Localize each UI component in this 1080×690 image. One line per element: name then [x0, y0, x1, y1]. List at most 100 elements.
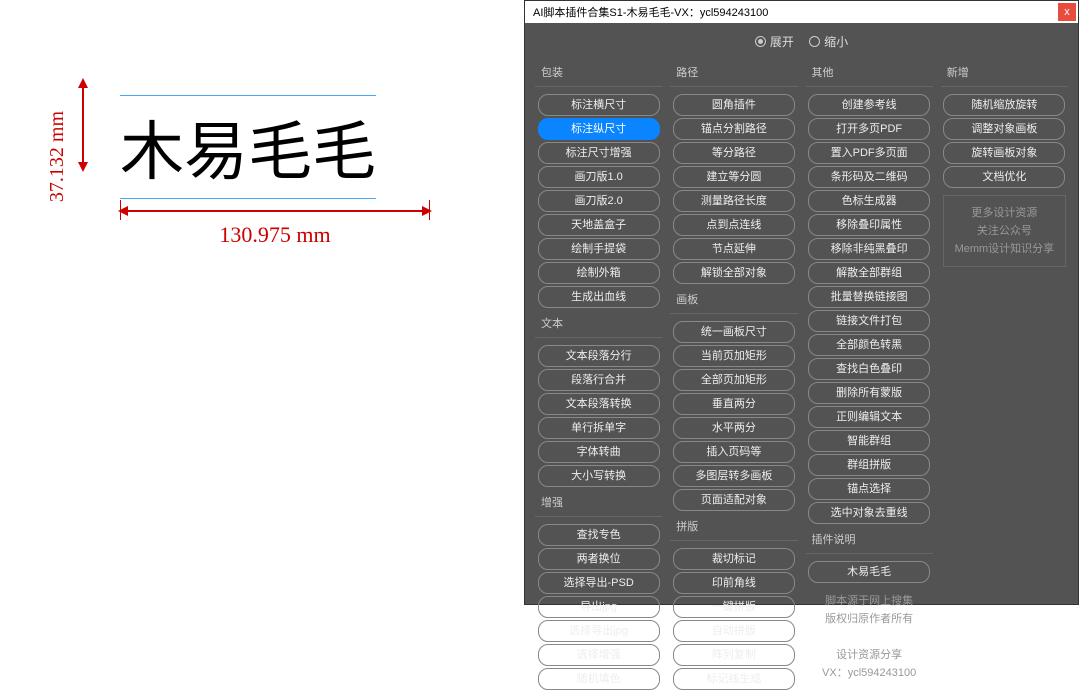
section-title: 其他 — [806, 60, 933, 87]
plugin-button[interactable]: 正则编辑文本 — [808, 406, 930, 428]
plugin-button[interactable]: 裁切标记 — [673, 548, 795, 570]
plugin-button[interactable]: 段落行合并 — [538, 369, 660, 391]
close-button[interactable]: x — [1058, 3, 1076, 21]
plugin-button[interactable]: 全部页加矩形 — [673, 369, 795, 391]
plugin-button[interactable]: 生成出血线 — [538, 286, 660, 308]
plugin-button[interactable]: 文本段落分行 — [538, 345, 660, 367]
plugin-button[interactable]: 大小写转换 — [538, 465, 660, 487]
plugin-button[interactable]: 智能群组 — [808, 430, 930, 452]
h-dim-line — [120, 210, 430, 212]
plugin-button[interactable]: 测量路径长度 — [673, 190, 795, 212]
plugin-button[interactable]: 置入PDF多页面 — [808, 142, 930, 164]
v-dim-line — [82, 80, 84, 170]
v-dim-label: 37.132 mm — [46, 111, 69, 202]
radio-expand[interactable]: 展开 — [755, 33, 794, 50]
column-3: 其他创建参考线打开多页PDF置入PDF多页面条形码及二维码色标生成器移除叠印属性… — [806, 58, 933, 613]
plugin-button[interactable]: 文本段落转换 — [538, 393, 660, 415]
section-title: 画板 — [670, 287, 797, 314]
plugin-button[interactable]: 字体转曲 — [538, 441, 660, 463]
plugin-button[interactable]: 阵列复制 — [673, 644, 795, 666]
radio-circle-icon — [755, 36, 766, 47]
section-title: 文本 — [535, 311, 662, 338]
resource-info-box: 更多设计资源关注公众号Memm设计知识分享 — [943, 195, 1066, 267]
column-4: 新增随机缩放旋转调整对象画板旋转画板对象文档优化更多设计资源关注公众号Memm设… — [941, 58, 1068, 613]
plugin-button[interactable]: 锚点分割路径 — [673, 118, 795, 140]
plugin-button[interactable]: 锚点选择 — [808, 478, 930, 500]
plugin-button[interactable]: 印前角线 — [673, 572, 795, 594]
columns-container: 包装标注横尺寸标注纵尺寸标注尺寸增强画刀版1.0画刀版2.0天地盖盒子绘制手提袋… — [525, 58, 1078, 613]
plugin-button[interactable]: 批量替换链接图 — [808, 286, 930, 308]
plugin-button[interactable]: 等分路径 — [673, 142, 795, 164]
plugin-button[interactable]: 解锁全部对象 — [673, 262, 795, 284]
author-button[interactable]: 木易毛毛 — [808, 561, 930, 583]
plugin-button[interactable]: 页面适配对象 — [673, 489, 795, 511]
plugin-button[interactable]: 删除所有蒙版 — [808, 382, 930, 404]
plugin-button[interactable]: 选择导出-PSD — [538, 572, 660, 594]
column-2: 路径圆角插件锚点分割路径等分路径建立等分圆测量路径长度点到点连线节点延伸解锁全部… — [670, 58, 797, 613]
section-title: 插件说明 — [806, 527, 933, 554]
section-title: 拼版 — [670, 514, 797, 541]
plugin-button[interactable]: 节点延伸 — [673, 238, 795, 260]
plugin-button[interactable]: 标注纵尺寸 — [538, 118, 660, 140]
plugin-button[interactable]: 全部颜色转黑 — [808, 334, 930, 356]
section-title: 增强 — [535, 490, 662, 517]
plugin-button[interactable]: 随机缩放旋转 — [943, 94, 1065, 116]
plugin-button[interactable]: 创建参考线 — [808, 94, 930, 116]
plugin-button[interactable]: 旋转画板对象 — [943, 142, 1065, 164]
section-title: 新增 — [941, 60, 1068, 87]
plugin-button[interactable]: 调整对象画板 — [943, 118, 1065, 140]
plugin-button[interactable]: 移除叠印属性 — [808, 214, 930, 236]
plugin-button[interactable]: 水平两分 — [673, 417, 795, 439]
plugin-button[interactable]: 移除非纯黑叠印 — [808, 238, 930, 260]
plugin-credits: 脚本源于网上搜集版权归原作者所有设计资源分享VX：ycl594243100 — [806, 584, 933, 686]
plugin-button[interactable]: 解散全部群组 — [808, 262, 930, 284]
plugin-button[interactable]: 标记线生成 — [673, 668, 795, 690]
plugin-button[interactable]: 统一画板尺寸 — [673, 321, 795, 343]
plugin-button[interactable]: 插入页码等 — [673, 441, 795, 463]
plugin-button[interactable]: 点到点连线 — [673, 214, 795, 236]
plugin-button[interactable]: 随机填色 — [538, 668, 660, 690]
plugin-button[interactable]: 多图层转多画板 — [673, 465, 795, 487]
vertical-dimension: 37.132 mm — [50, 80, 84, 170]
plugin-button[interactable]: 选择增强 — [538, 644, 660, 666]
plugin-button[interactable]: 圆角插件 — [673, 94, 795, 116]
plugin-button[interactable]: 画刀版2.0 — [538, 190, 660, 212]
plugin-button[interactable]: 画刀版1.0 — [538, 166, 660, 188]
canvas-area: 37.132 mm 木易毛毛 130.975 mm — [0, 0, 524, 609]
plugin-button[interactable]: 链接文件打包 — [808, 310, 930, 332]
plugin-button[interactable]: 查找白色叠印 — [808, 358, 930, 380]
plugin-button[interactable]: 建立等分圆 — [673, 166, 795, 188]
plugin-button[interactable]: 导出jpg — [538, 596, 660, 618]
plugin-button[interactable]: 条形码及二维码 — [808, 166, 930, 188]
plugin-button[interactable]: 绘制手提袋 — [538, 238, 660, 260]
plugin-button[interactable]: 两者换位 — [538, 548, 660, 570]
plugin-button[interactable]: 当前页加矩形 — [673, 345, 795, 367]
horizontal-dimension: 130.975 mm — [120, 210, 430, 248]
section-title: 路径 — [670, 60, 797, 87]
plugin-button[interactable]: 单行拆单字 — [538, 417, 660, 439]
plugin-button[interactable]: 文档优化 — [943, 166, 1065, 188]
plugin-button[interactable]: 选中对象去重线 — [808, 502, 930, 524]
column-1: 包装标注横尺寸标注纵尺寸标注尺寸增强画刀版1.0画刀版2.0天地盖盒子绘制手提袋… — [535, 58, 662, 613]
view-toggle: 展开 缩小 — [525, 23, 1078, 58]
panel-title: AI脚本插件合集S1-木易毛毛-VX：ycl594243100 — [533, 4, 768, 20]
plugin-button[interactable]: 标注横尺寸 — [538, 94, 660, 116]
plugin-button[interactable]: 打开多页PDF — [808, 118, 930, 140]
plugin-button[interactable]: 选择导出jpg — [538, 620, 660, 642]
plugin-button[interactable]: 标注尺寸增强 — [538, 142, 660, 164]
panel-titlebar[interactable]: AI脚本插件合集S1-木易毛毛-VX：ycl594243100 x — [525, 1, 1078, 23]
plugin-button[interactable]: 天地盖盒子 — [538, 214, 660, 236]
selected-text[interactable]: 木易毛毛 — [120, 95, 376, 199]
section-title: 包装 — [535, 60, 662, 87]
plugin-button[interactable]: 一键拼版 — [673, 596, 795, 618]
plugin-button[interactable]: 绘制外箱 — [538, 262, 660, 284]
radio-circle-icon — [809, 36, 820, 47]
plugin-panel: AI脚本插件合集S1-木易毛毛-VX：ycl594243100 x 展开 缩小 … — [524, 0, 1079, 605]
plugin-button[interactable]: 自动拼版 — [673, 620, 795, 642]
plugin-button[interactable]: 群组拼版 — [808, 454, 930, 476]
plugin-button[interactable]: 查找专色 — [538, 524, 660, 546]
radio-collapse[interactable]: 缩小 — [809, 33, 848, 50]
plugin-button[interactable]: 色标生成器 — [808, 190, 930, 212]
plugin-button[interactable]: 垂直两分 — [673, 393, 795, 415]
h-dim-label: 130.975 mm — [120, 222, 430, 248]
